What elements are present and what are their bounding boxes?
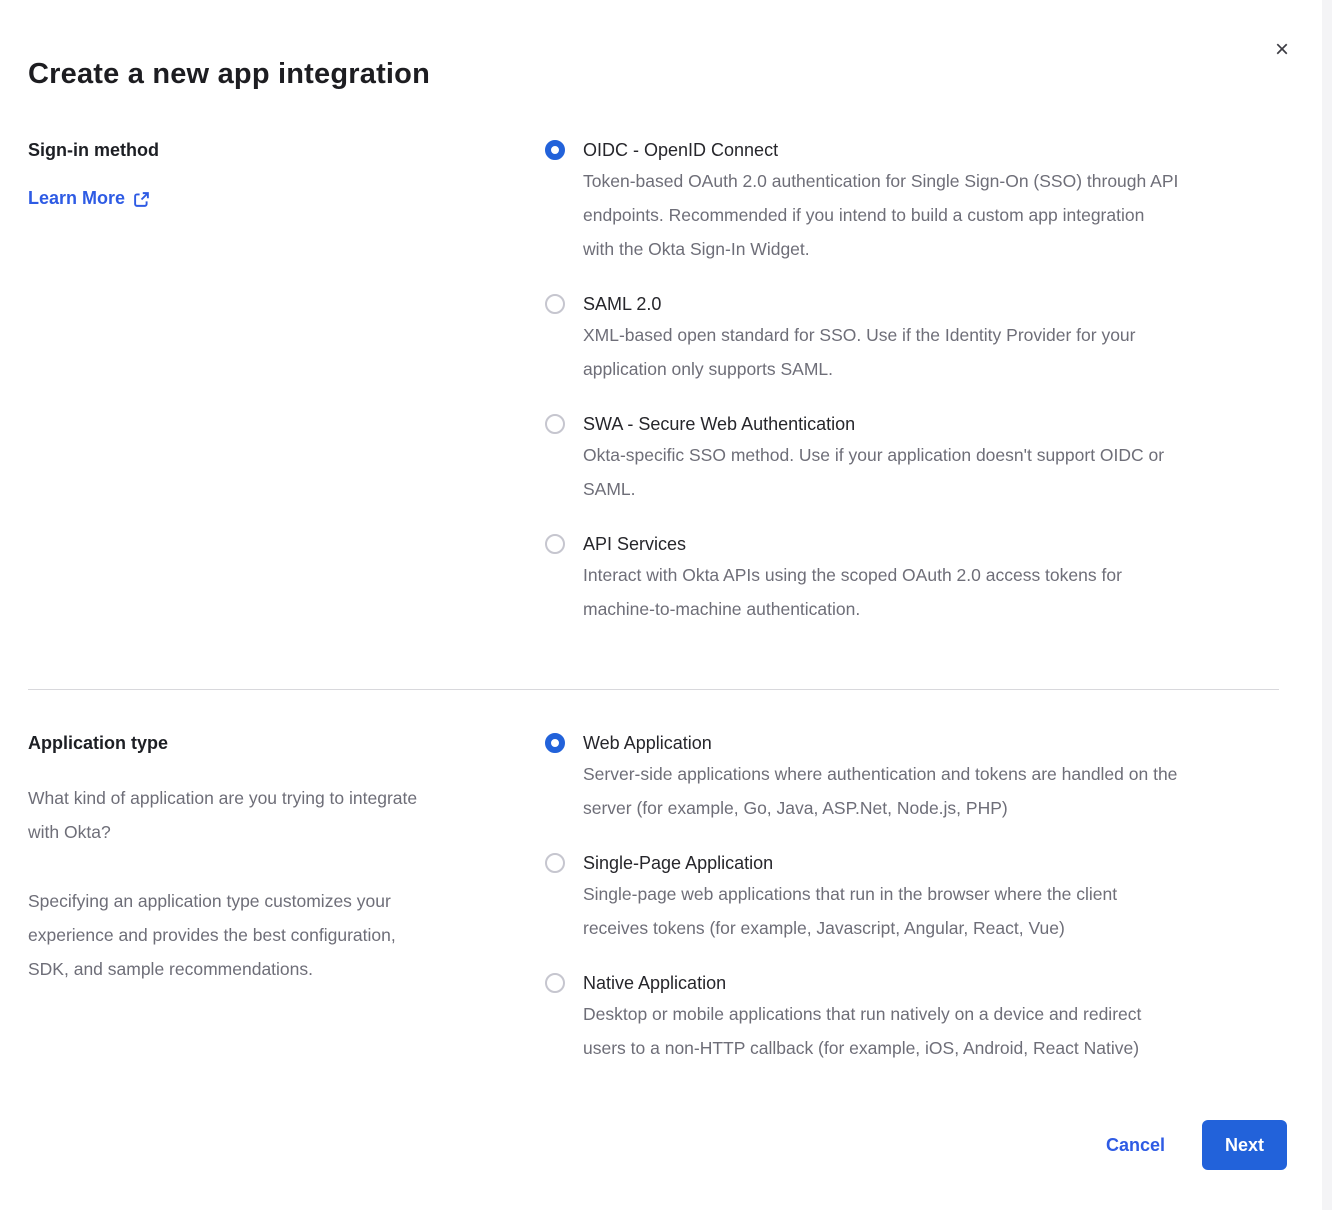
option-oidc-description: Token-based OAuth 2.0 authentication for…	[583, 164, 1178, 266]
option-swa-label[interactable]: SWA - Secure Web Authentication	[583, 412, 1164, 436]
option-single-page-application[interactable]: Single-Page Application Single-page web …	[545, 851, 1287, 945]
option-swa-description: Okta-specific SSO method. Use if your ap…	[583, 438, 1164, 506]
option-saml-description: XML-based open standard for SSO. Use if …	[583, 318, 1136, 386]
option-web-application-description: Server-side applications where authentic…	[583, 757, 1177, 825]
option-saml[interactable]: SAML 2.0 XML-based open standard for SSO…	[545, 292, 1287, 386]
external-link-icon	[133, 189, 150, 208]
option-api-services[interactable]: API Services Interact with Okta APIs usi…	[545, 532, 1287, 626]
option-native-application[interactable]: Native Application Desktop or mobile app…	[545, 971, 1287, 1065]
radio-swa[interactable]	[545, 414, 565, 434]
next-button[interactable]: Next	[1202, 1120, 1287, 1170]
application-type-heading: Application type	[28, 731, 500, 755]
application-type-left-column: Application type What kind of applicatio…	[28, 731, 545, 1065]
option-web-application[interactable]: Web Application Server-side applications…	[545, 731, 1287, 825]
option-native-application-description: Desktop or mobile applications that run …	[583, 997, 1141, 1065]
option-api-services-description: Interact with Okta APIs using the scoped…	[583, 558, 1122, 626]
signin-method-heading: Sign-in method	[28, 138, 500, 162]
create-app-integration-dialog: × Create a new app integration Sign-in m…	[0, 0, 1332, 1170]
option-saml-label[interactable]: SAML 2.0	[583, 292, 1136, 316]
application-type-section: Application type What kind of applicatio…	[28, 731, 1287, 1065]
signin-method-section: Sign-in method Learn More OIDC - OpenID …	[28, 138, 1287, 626]
page-title: Create a new app integration	[28, 0, 1287, 91]
application-type-question: What kind of application are you trying …	[28, 781, 500, 849]
option-oidc-label[interactable]: OIDC - OpenID Connect	[583, 138, 1178, 162]
option-web-application-label[interactable]: Web Application	[583, 731, 1177, 755]
radio-single-page-application[interactable]	[545, 853, 565, 873]
option-swa[interactable]: SWA - Secure Web Authentication Okta-spe…	[545, 412, 1287, 506]
application-type-options: Web Application Server-side applications…	[545, 731, 1287, 1065]
radio-web-application[interactable]	[545, 733, 565, 753]
radio-api-services[interactable]	[545, 534, 565, 554]
radio-saml[interactable]	[545, 294, 565, 314]
option-oidc[interactable]: OIDC - OpenID Connect Token-based OAuth …	[545, 138, 1287, 266]
section-divider	[28, 689, 1279, 690]
option-native-application-label[interactable]: Native Application	[583, 971, 1141, 995]
cancel-button[interactable]: Cancel	[1106, 1135, 1165, 1156]
learn-more-link[interactable]: Learn More	[28, 188, 150, 209]
radio-native-application[interactable]	[545, 973, 565, 993]
option-single-page-application-description: Single-page web applications that run in…	[583, 877, 1117, 945]
signin-method-options: OIDC - OpenID Connect Token-based OAuth …	[545, 138, 1287, 626]
dialog-footer: Cancel Next	[28, 1120, 1287, 1170]
close-icon[interactable]: ×	[1268, 36, 1296, 64]
radio-oidc[interactable]	[545, 140, 565, 160]
option-single-page-application-label[interactable]: Single-Page Application	[583, 851, 1117, 875]
application-type-explanation: Specifying an application type customize…	[28, 884, 500, 986]
option-api-services-label[interactable]: API Services	[583, 532, 1122, 556]
signin-method-left-column: Sign-in method Learn More	[28, 138, 545, 626]
learn-more-label: Learn More	[28, 188, 125, 209]
